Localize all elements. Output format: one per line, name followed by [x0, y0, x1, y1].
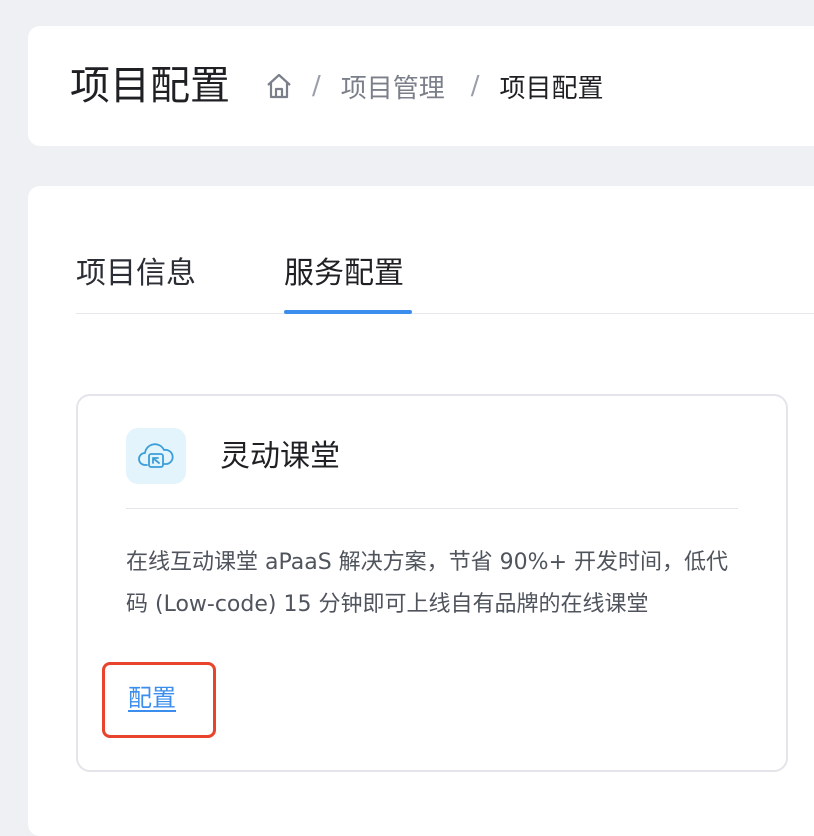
breadcrumb-current: 项目配置: [499, 73, 604, 104]
active-tab-indicator: [284, 310, 412, 314]
config-link[interactable]: 配置: [128, 682, 176, 714]
divider: [126, 508, 738, 509]
breadcrumb: / 项目管理 / 项目配置: [264, 68, 604, 104]
page-title: 项目配置: [70, 63, 230, 109]
tab-service-config[interactable]: 服务配置: [284, 254, 404, 294]
cloud-classroom-icon: [126, 428, 186, 484]
main-panel: 项目信息 服务配置 灵动课堂 在线互动课堂 aPaaS 解决方案，节省 90%+…: [28, 186, 814, 836]
tab-bar: 项目信息 服务配置: [76, 250, 814, 314]
breadcrumb-project-management[interactable]: 项目管理: [341, 68, 445, 105]
home-icon[interactable]: [264, 71, 294, 101]
service-card: 灵动课堂 在线互动课堂 aPaaS 解决方案，节省 90%+ 开发时间，低代码 …: [76, 394, 788, 772]
page-header: 项目配置 / 项目管理 / 项目配置: [28, 26, 814, 146]
breadcrumb-separator: /: [470, 71, 480, 101]
breadcrumb-separator: /: [312, 71, 321, 101]
tab-project-info[interactable]: 项目信息: [76, 254, 196, 294]
service-description: 在线互动课堂 aPaaS 解决方案，节省 90%+ 开发时间，低代码 (Low-…: [126, 550, 728, 617]
service-name: 灵动课堂: [220, 439, 340, 474]
